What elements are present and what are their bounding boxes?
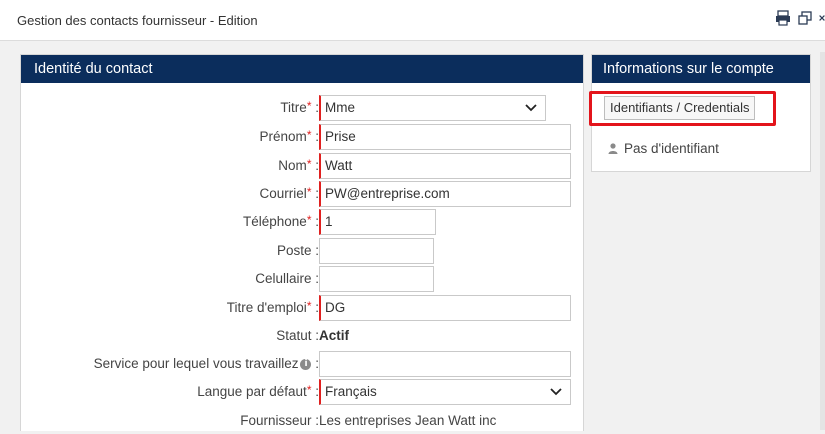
nom-input[interactable] [319, 153, 571, 179]
user-icon [608, 143, 618, 154]
titre-value: Mme [325, 100, 355, 115]
cellulaire-field[interactable] [324, 267, 433, 290]
telephone-input[interactable] [319, 209, 436, 235]
fournisseur-label: Fournisseur : [240, 413, 319, 428]
chevron-down-icon [525, 104, 537, 112]
service-label: Service pour lequel vous travaillez i : [93, 356, 319, 371]
telephone-row: Téléphone* : [21, 209, 319, 235]
page-title: Gestion des contacts fournisseur - Editi… [17, 13, 258, 28]
service-input[interactable] [319, 351, 571, 377]
info-icon[interactable]: i [300, 358, 312, 370]
print-icon[interactable] [775, 10, 791, 26]
statut-value: Actif [319, 328, 349, 343]
prenom-row: Prénom* : [21, 124, 319, 150]
statut-row: Statut : [21, 323, 319, 349]
scrollbar-track[interactable] [820, 52, 825, 430]
cellulaire-row: Celullaire : [21, 266, 319, 292]
poste-label: Poste : [276, 243, 319, 258]
courriel-input[interactable] [319, 181, 571, 207]
close-icon[interactable] [819, 10, 825, 26]
titre-select[interactable]: Mme [319, 95, 546, 121]
courriel-label: Courriel* : [259, 185, 319, 201]
titre-emploi-field[interactable] [325, 296, 570, 319]
courriel-field[interactable] [325, 182, 570, 205]
cellulaire-label: Celullaire : [255, 271, 319, 286]
fournisseur-value: Les entreprises Jean Watt inc [319, 413, 497, 428]
titre-emploi-row: Titre d'emploi* : [21, 295, 319, 321]
langue-label: Langue par défaut* : [197, 383, 319, 399]
service-row: Service pour lequel vous travaillez i : [21, 351, 319, 377]
contact-identity-panel: Identité du contact Titre* : Mme Prénom*… [20, 54, 584, 431]
window-titlebar: Gestion des contacts fournisseur - Editi… [0, 0, 825, 41]
popout-icon[interactable] [797, 10, 813, 26]
poste-row: Poste : [21, 238, 319, 264]
prenom-field[interactable] [325, 125, 570, 148]
langue-select[interactable]: Français [319, 379, 571, 405]
poste-input[interactable] [319, 238, 434, 264]
nom-field[interactable] [325, 154, 570, 177]
cellulaire-input[interactable] [319, 266, 434, 292]
telephone-field[interactable] [325, 210, 435, 233]
titre-row: Titre* : [21, 95, 319, 121]
chevron-down-icon [550, 388, 562, 396]
window-actions [775, 10, 825, 26]
prenom-input[interactable] [319, 124, 571, 150]
prenom-label: Prénom* : [259, 128, 319, 144]
highlight-annotation [589, 91, 776, 126]
account-info-header: Informations sur le compte [592, 55, 810, 83]
nom-row: Nom* : [21, 153, 319, 179]
titre-label: Titre* : [280, 99, 319, 115]
langue-row: Langue par défaut* : [21, 379, 319, 405]
poste-field[interactable] [324, 239, 433, 262]
titre-emploi-input[interactable] [319, 295, 571, 321]
no-identifier-text: Pas d'identifiant [624, 141, 719, 156]
nom-label: Nom* : [278, 157, 319, 173]
courriel-row: Courriel* : [21, 181, 319, 207]
titre-emploi-label: Titre d'emploi* : [226, 299, 319, 315]
service-field[interactable] [324, 352, 570, 375]
no-identifier-status: Pas d'identifiant [608, 141, 719, 156]
contact-identity-header: Identité du contact [21, 55, 583, 83]
fournisseur-row: Fournisseur : [21, 408, 319, 434]
langue-value: Français [325, 384, 377, 399]
statut-label: Statut : [276, 328, 319, 343]
telephone-label: Téléphone* : [243, 213, 319, 229]
